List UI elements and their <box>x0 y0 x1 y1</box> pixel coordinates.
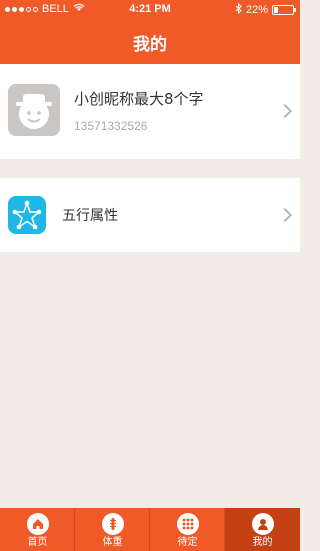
tab-label: 待定 <box>177 537 198 548</box>
status-bar: BELL 4:21 PM 22% <box>0 0 300 20</box>
avatar[interactable] <box>8 84 60 136</box>
status-right: 22% <box>235 2 296 17</box>
profile-row[interactable]: 小创昵称最大8个字 13571332526 <box>0 64 300 159</box>
tab-pending[interactable]: 待定 <box>150 508 225 551</box>
weight-icon <box>101 513 124 535</box>
tab-mine[interactable]: 我的 <box>225 508 300 551</box>
nickname: 小创昵称最大8个字 <box>74 90 204 108</box>
wuxing-label: 五行属性 <box>62 208 118 224</box>
chevron-right-icon <box>277 103 293 119</box>
grid-icon <box>176 513 199 535</box>
tab-home[interactable]: 首页 <box>0 508 75 551</box>
tab-label: 体重 <box>102 537 123 548</box>
tab-bar: 首页 体重 待定 我的 <box>0 508 300 551</box>
default-avatar-icon <box>8 84 60 136</box>
battery-percent: 22% <box>245 4 268 16</box>
wuxing-star-icon <box>8 196 46 234</box>
battery-level <box>274 7 278 13</box>
page-title: 我的 <box>133 34 167 55</box>
bluetooth-icon <box>235 2 242 17</box>
tab-label: 我的 <box>252 537 273 548</box>
chevron-right-icon <box>277 207 293 223</box>
user-icon <box>251 513 274 535</box>
wuxing-menu-item[interactable]: 五行属性 <box>0 178 300 252</box>
tab-weight[interactable]: 体重 <box>75 508 150 551</box>
phone-number: 13571332526 <box>74 119 148 133</box>
battery-icon <box>272 5 296 15</box>
nav-bar: 我的 <box>0 20 300 64</box>
tab-label: 首页 <box>27 537 48 548</box>
home-icon <box>26 513 49 535</box>
